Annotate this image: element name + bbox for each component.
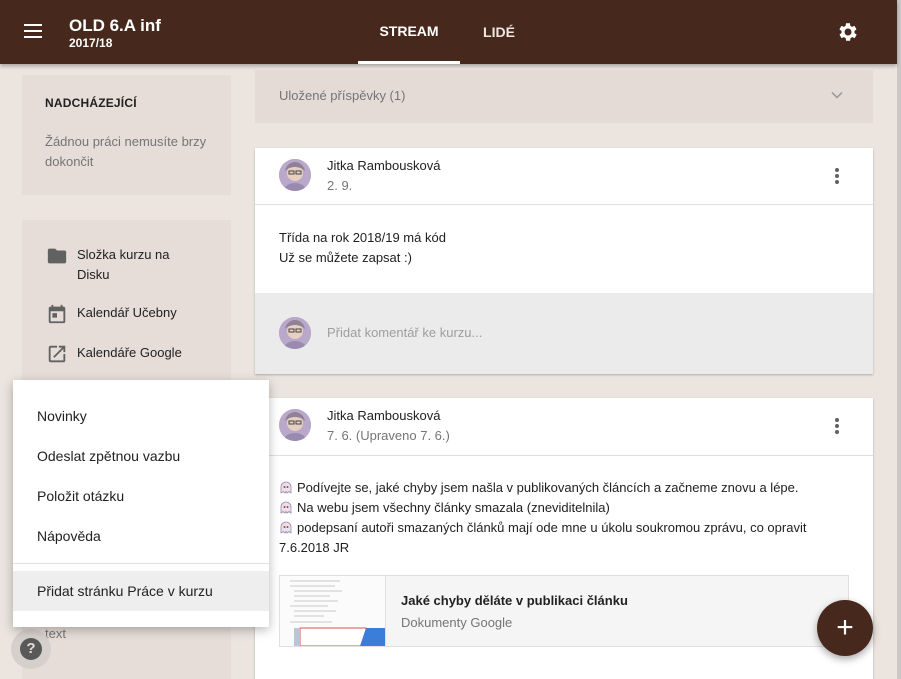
top-app-bar: OLD 6.A inf 2017/18 STREAM LIDÉ: [0, 0, 897, 64]
saved-posts-label: Uložené příspěvky (1): [279, 88, 406, 103]
post-body-text: podepsaní autoři smazaných článků mají o…: [297, 520, 807, 535]
google-calendar-link[interactable]: Kalendáře Google: [46, 343, 187, 365]
post-body-text: Na webu jsem všechny články smazala (zne…: [297, 500, 610, 515]
post-body-line: Na webu jsem všechny články smazala (zne…: [279, 498, 610, 518]
google-calendar-label: Kalendáře Google: [77, 345, 182, 360]
upcoming-card: NADCHÁZEJÍCÍ Žádnou práci nemusíte brzy …: [22, 75, 231, 195]
chevron-down-icon: [831, 91, 843, 99]
calendar-icon: [48, 304, 66, 324]
folder-icon: [47, 248, 67, 264]
stream-post: Jitka Rambousková 2. 9. Třída na rok 201…: [255, 148, 873, 374]
post-body-line: Třída na rok 2018/19 má kód: [279, 230, 446, 245]
help-icon: ?: [20, 638, 42, 660]
menu-divider: [13, 563, 269, 564]
classroom-calendar-label: Kalendář Učebny: [77, 305, 177, 320]
more-options-icon[interactable]: [829, 416, 845, 436]
post-divider: [255, 455, 873, 456]
ghost-emoji-icon: [280, 501, 292, 514]
menu-item-ask-question[interactable]: Položit otázku: [13, 476, 269, 516]
scrollbar-track[interactable]: [897, 0, 901, 679]
help-menu: Novinky Odeslat zpětnou vazbu Položit ot…: [13, 380, 269, 627]
attachment-source: Dokumenty Google: [401, 615, 513, 630]
menu-icon[interactable]: [20, 20, 46, 44]
tab-stream[interactable]: STREAM: [358, 0, 460, 64]
tab-people[interactable]: LIDÉ: [470, 0, 528, 64]
avatar: [279, 159, 311, 191]
menu-item-add-classwork-page[interactable]: Přidat stránku Práce v kurzu: [13, 571, 269, 611]
post-body-line: Podívejte se, jaké chyby jsem našla v pu…: [279, 478, 799, 498]
upcoming-text: Žádnou práci nemusíte brzy dokončit: [45, 134, 207, 169]
more-options-icon[interactable]: [829, 166, 845, 186]
avatar: [279, 317, 311, 349]
stream-post: Jitka Rambousková 7. 6. (Upraveno 7. 6.)…: [255, 398, 873, 679]
ghost-emoji-icon: [280, 481, 292, 494]
post-author: Jitka Rambousková: [327, 408, 441, 423]
menu-item-help[interactable]: Nápověda: [13, 516, 269, 556]
settings-gear-icon[interactable]: [836, 20, 860, 44]
ghost-emoji-icon: [280, 521, 292, 534]
open-in-new-icon: [48, 345, 66, 363]
post-date: 7. 6. (Upraveno 7. 6.): [327, 428, 450, 443]
drive-folder-label: Složka kurzu na Disku: [77, 247, 170, 282]
comment-input[interactable]: Přidat komentář ke kurzu...: [327, 325, 482, 340]
menu-item-send-feedback[interactable]: Odeslat zpětnou vazbu: [13, 436, 269, 476]
post-author: Jitka Rambousková: [327, 158, 441, 173]
attachment-card[interactable]: Jaké chyby děláte v publikaci článku Dok…: [279, 575, 849, 647]
help-button[interactable]: ?: [11, 629, 51, 669]
upcoming-title: NADCHÁZEJÍCÍ: [45, 96, 137, 110]
attachment-title: Jaké chyby děláte v publikaci článku: [401, 593, 628, 608]
class-year: 2017/18: [69, 36, 113, 50]
post-date: 2. 9.: [327, 178, 353, 193]
add-fab-button[interactable]: +: [817, 600, 873, 656]
document-thumbnail: [280, 576, 386, 646]
class-title[interactable]: OLD 6.A inf: [69, 16, 161, 36]
drive-folder-link[interactable]: Složka kurzu na Disku: [46, 245, 187, 285]
post-body-line: podepsaní autoři smazaných článků mají o…: [279, 518, 806, 538]
avatar: [279, 409, 311, 441]
post-body-line: Už se můžete zapsat :): [279, 250, 412, 265]
saved-posts-bar[interactable]: Uložené příspěvky (1): [255, 70, 873, 123]
menu-item-whats-new[interactable]: Novinky: [13, 396, 269, 436]
comment-area: Přidat komentář ke kurzu...: [255, 293, 873, 374]
post-body-text: Podívejte se, jaké chyby jsem našla v pu…: [297, 480, 799, 495]
post-body-line: 7.6.2018 JR: [279, 540, 350, 555]
classroom-calendar-link[interactable]: Kalendář Učebny: [46, 303, 187, 325]
post-divider: [255, 204, 873, 205]
